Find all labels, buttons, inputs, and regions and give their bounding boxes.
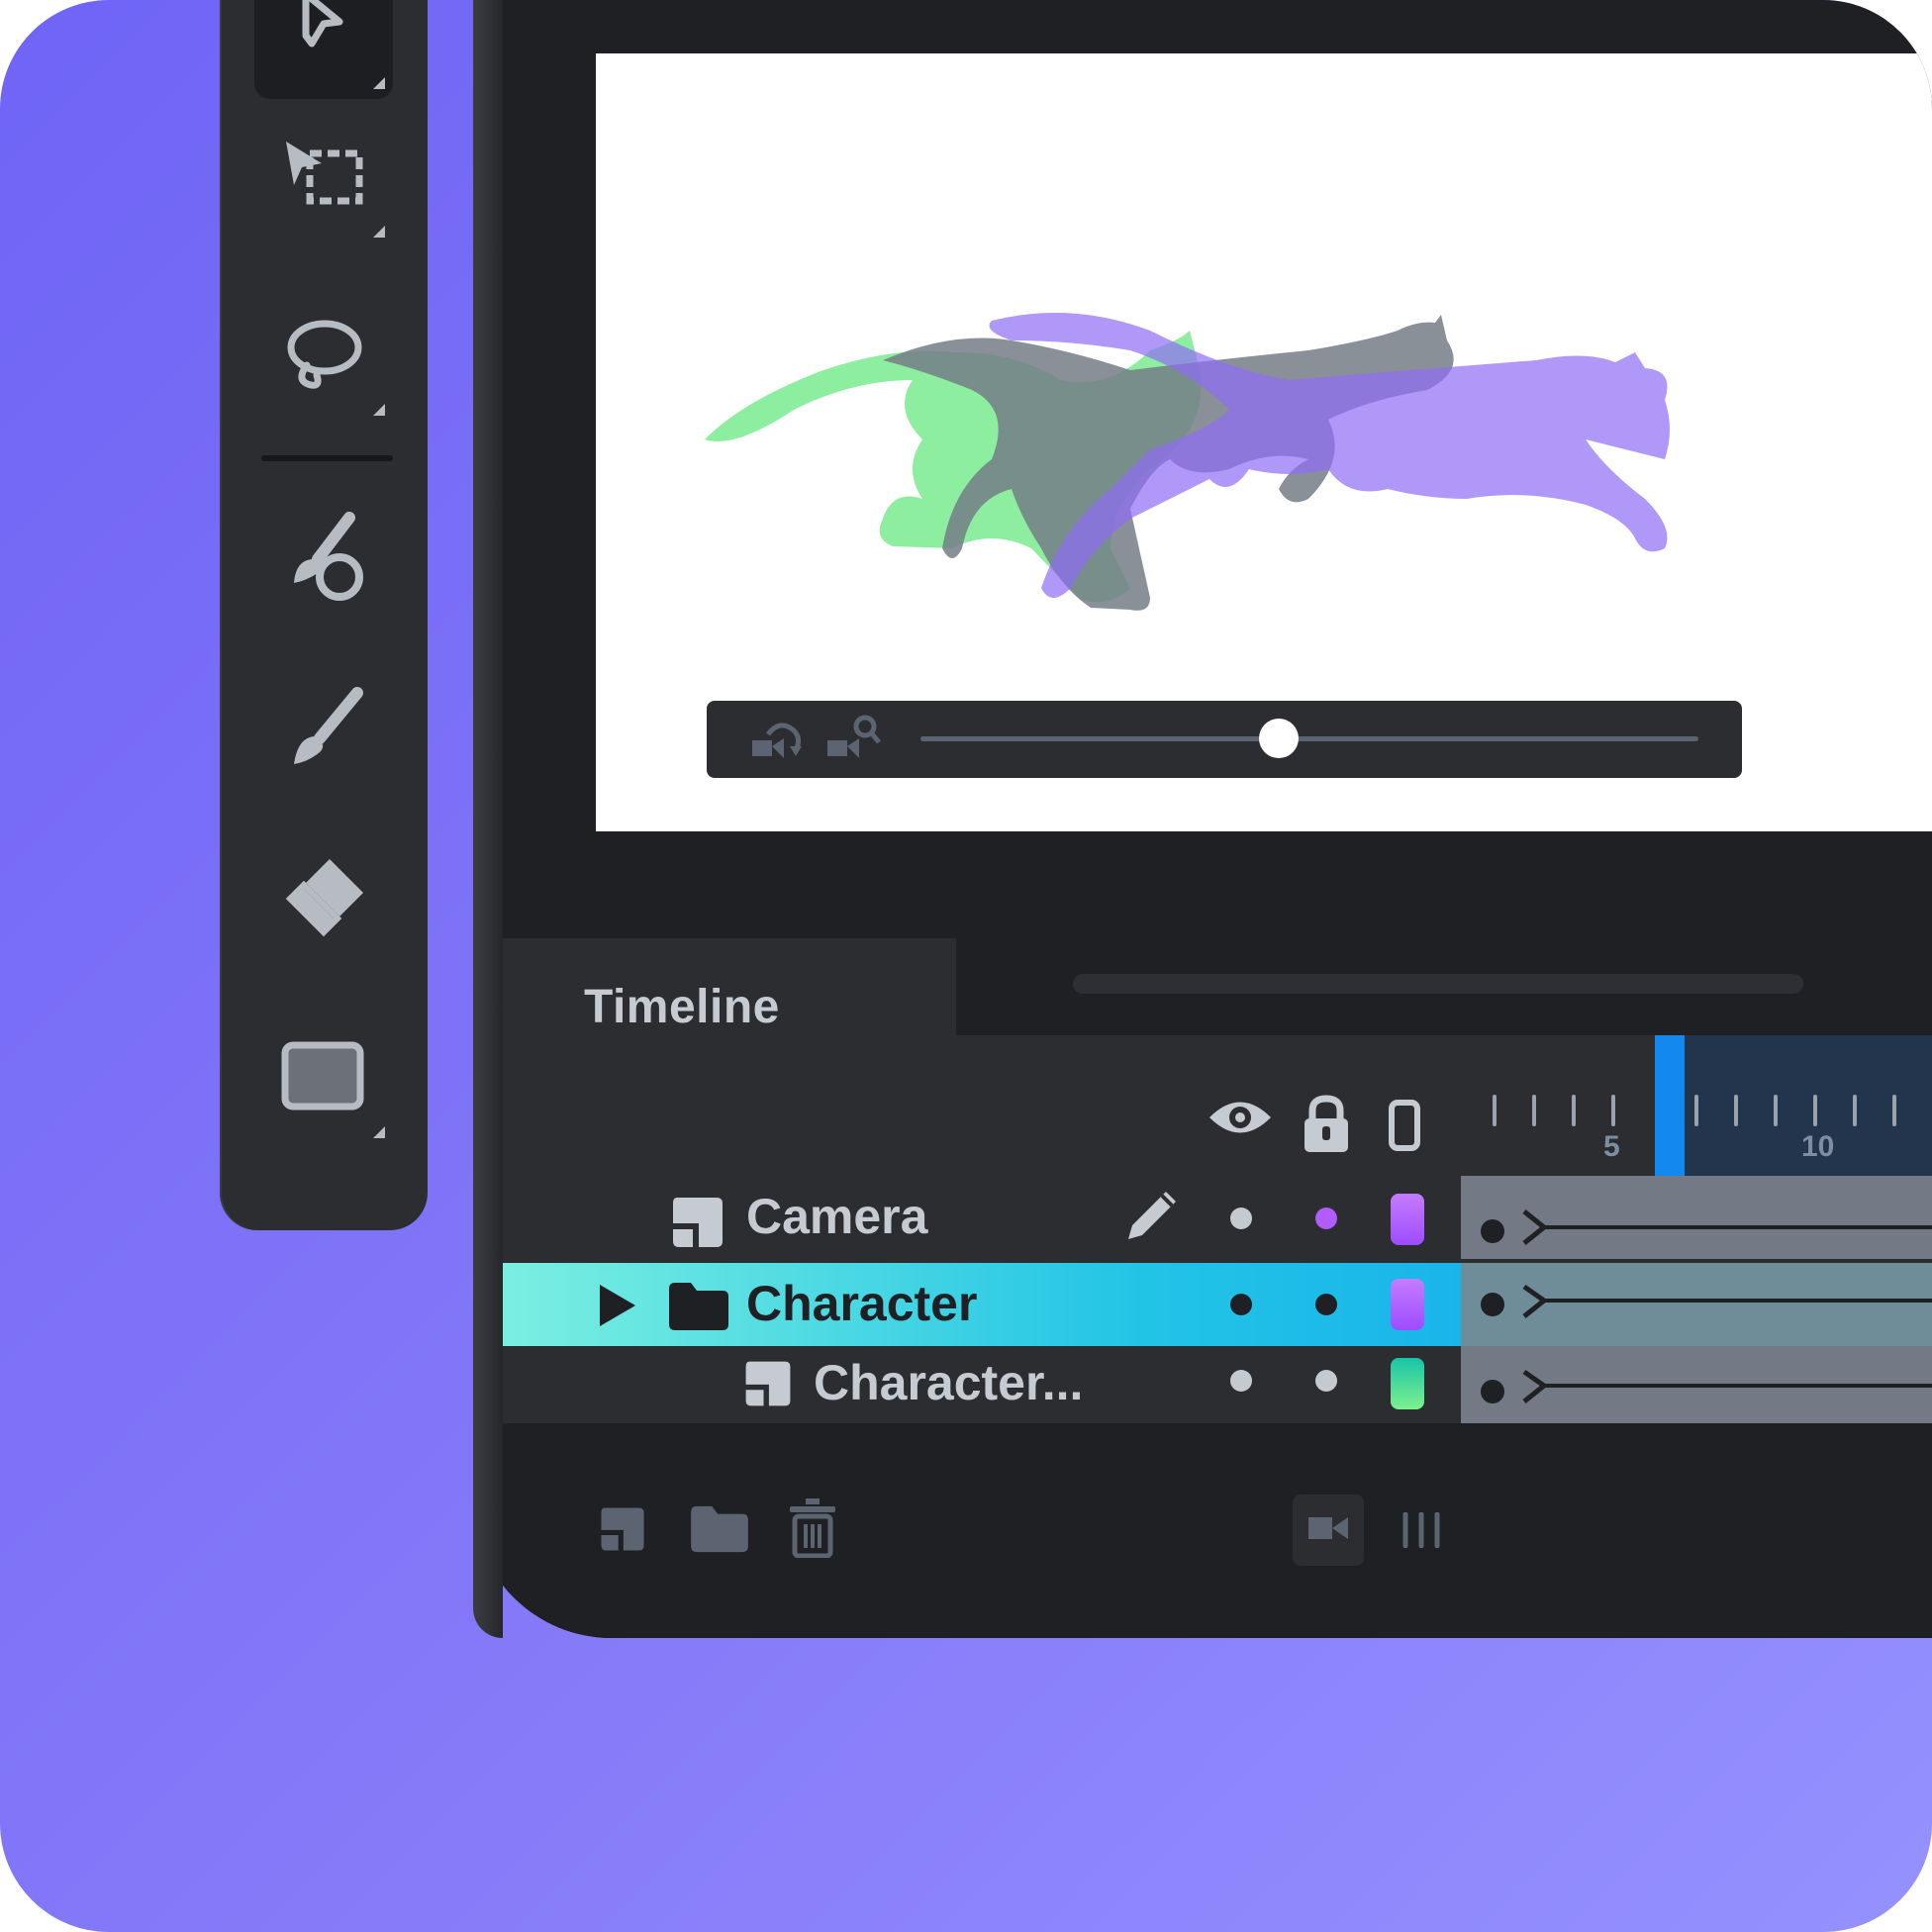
new-layer-icon: [598, 1507, 647, 1558]
layer-icon: [669, 1198, 726, 1255]
tool-flyout-indicator: [373, 1126, 385, 1138]
app-background: Timeline 5 10 Camera Character Character…: [0, 0, 1932, 1932]
folder-icon: [667, 1283, 730, 1336]
camera-zoom-button[interactable]: [825, 713, 881, 769]
camera-control-bar: [707, 701, 1742, 778]
ruler-tick: [1774, 1095, 1778, 1126]
camera-zoom-icon: [825, 715, 881, 768]
camera-slider-track[interactable]: [920, 736, 1698, 741]
timeline-footer: [473, 1423, 1932, 1638]
camera-icon: [1306, 1513, 1350, 1548]
keyframe-track: [1481, 1369, 1932, 1403]
ruler-tick: [1734, 1095, 1738, 1126]
eye-icon: [1206, 1102, 1275, 1146]
trash-icon: [788, 1498, 837, 1562]
window-edge: [473, 0, 503, 1638]
camera-view-button[interactable]: [1293, 1495, 1364, 1566]
visibility-toggle[interactable]: [1230, 1370, 1252, 1392]
layer-type-icon: [742, 1358, 794, 1414]
visibility-toggle[interactable]: [1230, 1208, 1252, 1229]
layer-row-character[interactable]: Character: [473, 1263, 1932, 1346]
keyframe-track: [1481, 1284, 1932, 1318]
visibility-column-header[interactable]: [1206, 1093, 1275, 1147]
timeline-tab[interactable]: Timeline: [473, 938, 956, 1035]
layer-type-icon: [669, 1194, 726, 1256]
lock-toggle[interactable]: [1315, 1208, 1337, 1229]
camera-rotate-icon: [750, 723, 806, 768]
layer-color-swatch[interactable]: [1391, 1358, 1424, 1409]
tool-flyout-indicator: [373, 77, 385, 89]
layer-icon: [742, 1361, 794, 1413]
tool-flyout-indicator: [373, 226, 385, 238]
layer-row-character-child[interactable]: Character...: [473, 1346, 1932, 1423]
timeline-title: Timeline: [584, 981, 780, 1033]
playhead[interactable]: [1655, 1035, 1685, 1176]
ruler-label: 10: [1801, 1130, 1835, 1163]
lock-column-header[interactable]: [1301, 1095, 1352, 1159]
ruler-label: 5: [1603, 1130, 1620, 1163]
visibility-toggle[interactable]: [1230, 1294, 1252, 1315]
layer-row-camera[interactable]: Camera: [473, 1176, 1932, 1259]
brush-blend-icon: [274, 508, 373, 612]
layer-name: Character...: [814, 1355, 1084, 1410]
outline-column-header[interactable]: [1388, 1099, 1423, 1157]
new-folder-button[interactable]: [689, 1504, 750, 1559]
lock-toggle[interactable]: [1315, 1294, 1337, 1315]
toolbar-divider: [261, 455, 393, 461]
layer-track[interactable]: [1461, 1176, 1932, 1259]
editor-window: Timeline 5 10 Camera Character Character…: [473, 0, 1932, 1638]
layer-name: Camera: [746, 1189, 928, 1244]
ruler-tick: [1694, 1095, 1698, 1126]
ruler-tick: [1813, 1095, 1817, 1126]
selection-arrow-icon: [284, 0, 363, 72]
edit-layer-button[interactable]: [1122, 1186, 1182, 1250]
layer-track[interactable]: [1461, 1263, 1932, 1346]
lock-toggle[interactable]: [1315, 1370, 1337, 1392]
blend-brush-tool-button[interactable]: [254, 490, 393, 628]
layer-color-swatch[interactable]: [1391, 1194, 1424, 1245]
ruler-tick: [1611, 1095, 1615, 1126]
ruler-tick: [1853, 1095, 1857, 1126]
lasso-icon: [279, 310, 368, 404]
columns-button[interactable]: [1401, 1511, 1441, 1553]
layer-type-icon: [667, 1281, 730, 1337]
tool-palette: [220, 0, 428, 1230]
columns-icon: [1401, 1511, 1441, 1552]
layer-name: Character: [746, 1276, 978, 1331]
ruler-tick: [1892, 1095, 1896, 1126]
selection-tool-button[interactable]: [254, 0, 393, 99]
transform-icon: [274, 132, 373, 226]
lock-icon: [1301, 1095, 1352, 1158]
play-icon: [596, 1285, 639, 1334]
delete-layer-button[interactable]: [788, 1497, 837, 1563]
brush-tool-button[interactable]: [254, 663, 393, 802]
eraser-tool-button[interactable]: [254, 831, 393, 970]
pencil-icon: [1122, 1192, 1182, 1249]
rectangle-icon: [279, 1037, 368, 1121]
stage-canvas[interactable]: [596, 53, 1932, 831]
frame-ruler[interactable]: 5 10: [1461, 1035, 1932, 1176]
ruler-tick: [1532, 1095, 1536, 1126]
lasso-tool-button[interactable]: [254, 287, 393, 426]
transform-tool-button[interactable]: [254, 109, 393, 247]
keyframe-track: [1481, 1209, 1932, 1245]
layer-track[interactable]: [1461, 1346, 1932, 1423]
timeline-panel: 5 10 Camera Character Character...: [473, 1035, 1932, 1423]
brush-icon: [274, 681, 373, 785]
expand-layer-button[interactable]: [596, 1281, 639, 1335]
new-layer-button[interactable]: [598, 1504, 647, 1559]
ruler-tick: [1493, 1095, 1497, 1126]
new-folder-icon: [689, 1505, 750, 1558]
timeline-scrollbar[interactable]: [1073, 974, 1803, 994]
eraser-icon: [274, 849, 373, 953]
layer-color-swatch[interactable]: [1391, 1279, 1424, 1330]
rectangle-tool-button[interactable]: [254, 1010, 393, 1148]
ruler-tick: [1572, 1095, 1576, 1126]
camera-slider-knob[interactable]: [1258, 719, 1299, 758]
camera-rotate-button[interactable]: [750, 717, 806, 769]
outline-icon: [1388, 1100, 1423, 1156]
tool-flyout-indicator: [373, 404, 385, 416]
